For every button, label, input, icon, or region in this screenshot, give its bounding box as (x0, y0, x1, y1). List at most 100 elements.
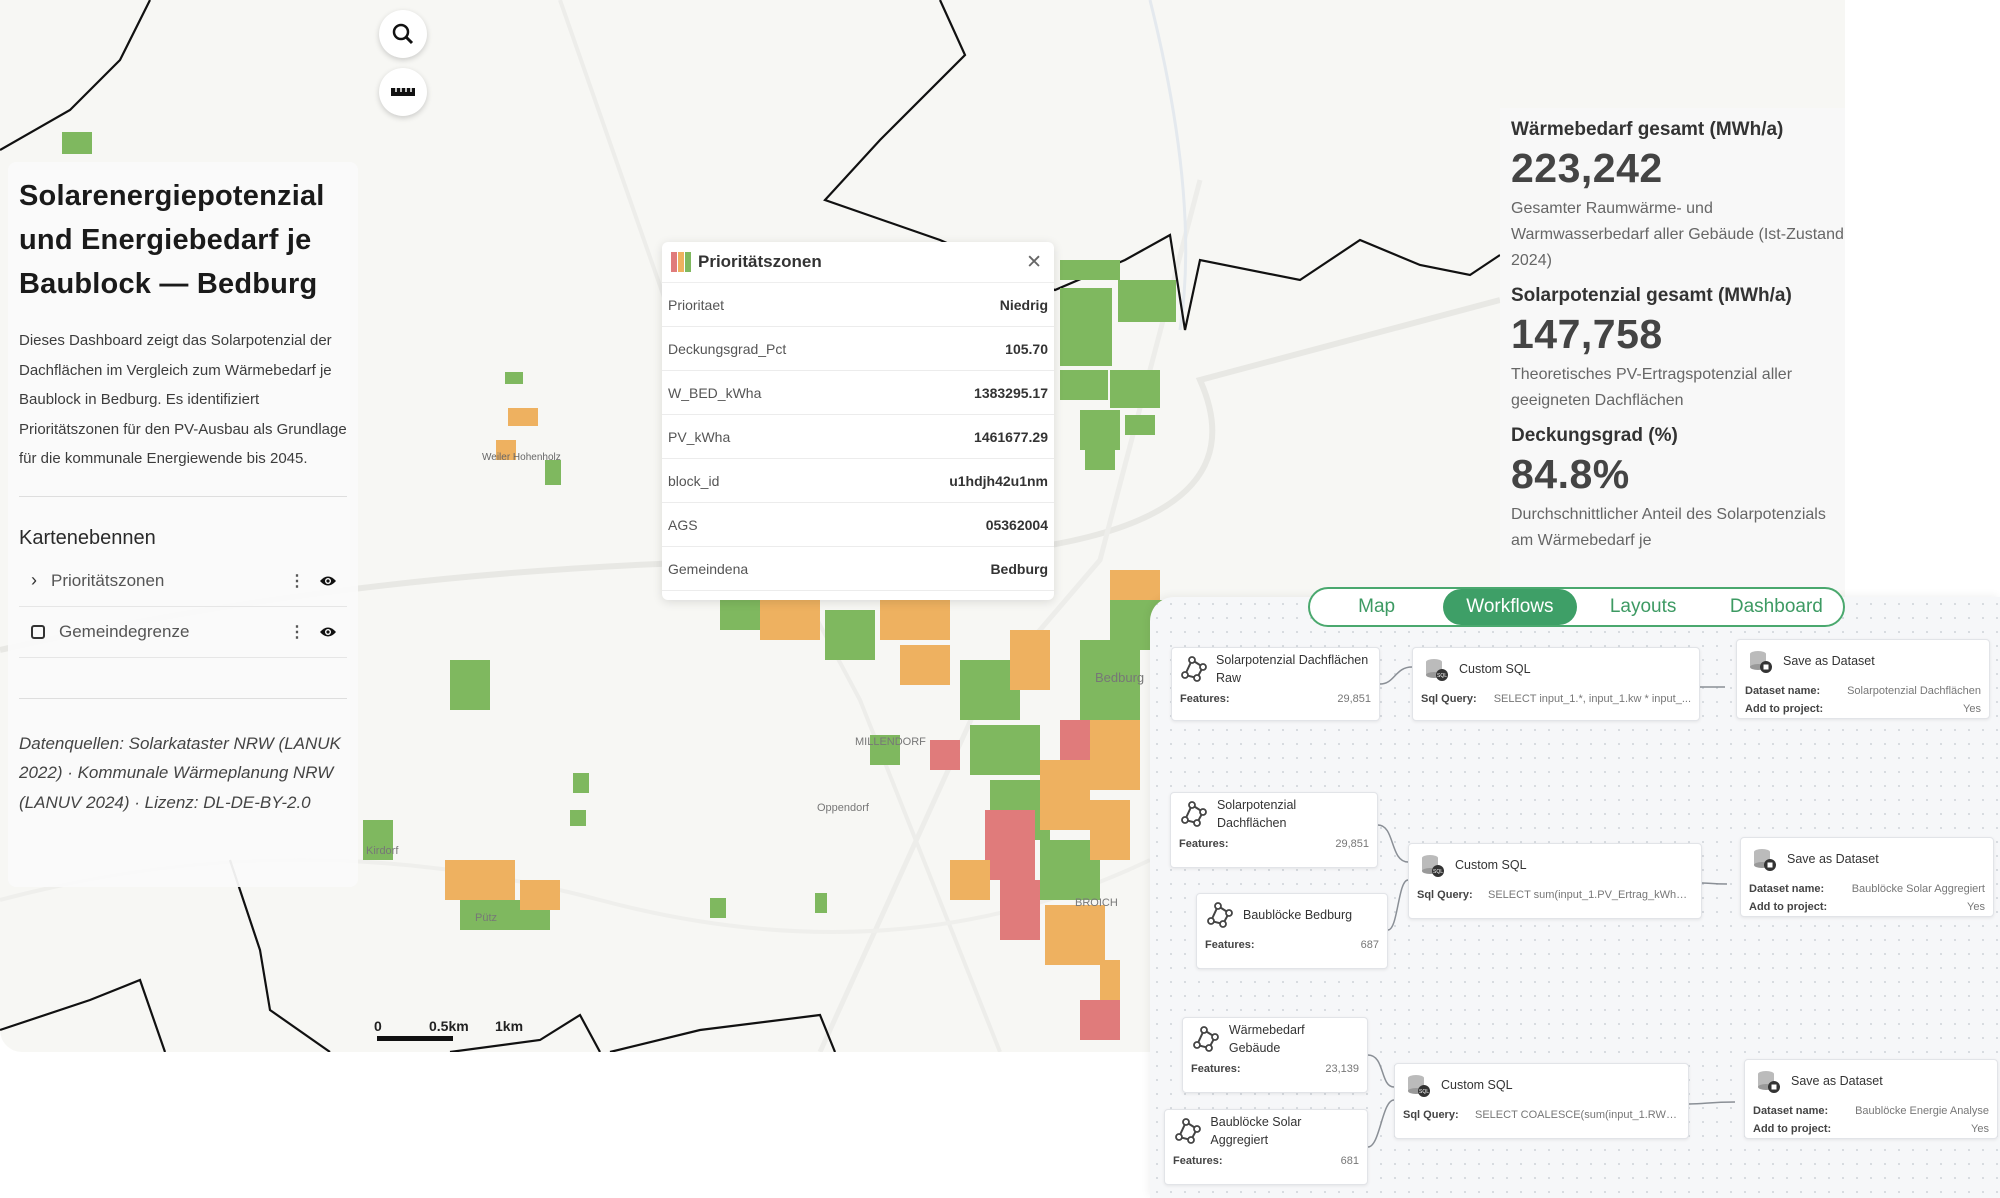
node-field-value: SELECT input_1.*, input_1.kw * input_... (1493, 693, 1691, 705)
node-field-value: Yes (1967, 901, 1985, 913)
popup-row: Prioritaet Niedrig (662, 283, 1054, 327)
node-title: Solarpotenzial Dachflächen (1216, 798, 1297, 830)
node-field-value: SELECT sum(input_1.PV_Ertrag_kWha)... (1488, 889, 1693, 901)
search-button[interactable] (379, 10, 427, 58)
svg-text:SQL: SQL (1433, 869, 1443, 875)
popup-row: W_BED_kWha 1383295.17 (662, 371, 1054, 415)
scale-bar: 0 0.5km 1km (374, 1018, 523, 1034)
sql-node-icon: SQL (1422, 855, 1444, 877)
node-title: Wärmebedarf Gebäude (1228, 1023, 1305, 1055)
node-field-key: Sql Query: (1403, 1109, 1459, 1121)
node-icon: SQL (1403, 1070, 1433, 1100)
node-field-key: Add to project: (1753, 1123, 1832, 1135)
sql-node-icon: SQL (1426, 659, 1448, 681)
dataset-node-icon (1181, 801, 1207, 827)
node-field-key: Dataset name: (1749, 883, 1825, 895)
workflow-node[interactable]: Solarpotenzial Dachflächen Features: 29,85… (1170, 792, 1378, 868)
popup-row: block_id u1hdjh42u1nm (662, 459, 1054, 503)
node-title: Custom SQL (1459, 662, 1531, 676)
workflow-node[interactable]: Save as Dataset Dataset name: Baublöcke En… (1744, 1059, 1998, 1139)
attribute-key: Deckungsgrad_Pct (668, 340, 787, 357)
dataset-node-icon (1181, 656, 1207, 682)
node-field-value: SELECT COALESCE(sum(input_1.RW_WW)... (1475, 1109, 1680, 1121)
attribute-value: 1461677.29 (974, 428, 1048, 445)
workflow-node[interactable]: Save as Dataset Dataset name: Baublöcke So… (1740, 837, 1994, 917)
node-icon (1205, 900, 1235, 930)
layer-item-prioritaetszonen[interactable]: › Prioritätszonen ⋮ (19, 556, 347, 607)
stat-description: Durchschnittlicher Anteil des Solarpoten… (1511, 506, 1826, 549)
workflow-node[interactable]: SQL Custom SQL Sql Query: SELECT COALESCE(s… (1394, 1063, 1689, 1139)
tab-layouts[interactable]: Layouts (1577, 589, 1710, 625)
legend-swatch-icon (671, 252, 691, 272)
search-icon (392, 23, 414, 45)
scale-label-0: 0 (374, 1018, 382, 1034)
view-tabs: Map Workflows Layouts Dashboard (1308, 587, 1845, 627)
node-icon (1745, 646, 1775, 676)
divider (19, 697, 347, 699)
attribute-value: 1383295.17 (974, 384, 1048, 401)
eye-icon[interactable] (319, 574, 337, 588)
node-field-key: Add to project: (1745, 703, 1824, 715)
tab-dashboard[interactable]: Dashboard (1710, 589, 1843, 625)
layer-label: Gemeindegrenze (59, 621, 190, 641)
workflow-node[interactable]: Baublöcke Bedburg Features: 687 (1196, 893, 1388, 969)
scale-label-half: 0.5km (429, 1018, 469, 1034)
node-field-value: 29,851 (1337, 693, 1371, 705)
stats-panel: Wärmebedarf gesamt (MWh/a) 223,242 Gesamte… (1500, 108, 1845, 590)
data-sources: Datenquellen: Solarkataster NRW (LANUK 2… (19, 733, 341, 812)
svg-text:Bedburg: Bedburg (1095, 670, 1144, 685)
stat-title: Deckungsgrad (%) (1511, 425, 1678, 446)
node-title: Baublöcke Bedburg (1243, 908, 1353, 922)
node-title: Save as Dataset (1783, 654, 1875, 668)
stat-value: 84.8% (1511, 451, 1630, 497)
layer-item-gemeindegrenze[interactable]: Gemeindegrenze ⋮ (19, 607, 347, 658)
tab-map[interactable]: Map (1310, 589, 1443, 625)
stat-title: Solarpotenzial gesamt (MWh/a) (1511, 285, 1792, 306)
node-field-key: Dataset name: (1753, 1105, 1829, 1117)
node-icon (1749, 844, 1779, 874)
node-field-key: Features: (1205, 939, 1255, 951)
workflow-node[interactable]: SQL Custom SQL Sql Query: SELECT input_1.*,… (1412, 647, 1700, 721)
attribute-key: AGS (668, 516, 698, 533)
more-menu-icon[interactable]: ⋮ (289, 571, 305, 591)
attribute-value: 05362004 (985, 516, 1048, 533)
attribute-value: Bedburg (990, 560, 1048, 577)
eye-icon[interactable] (319, 625, 337, 639)
stat-description: Theoretisches PV-Ertragspotenzial aller … (1511, 366, 1793, 409)
workflow-node[interactable]: SQL Custom SQL Sql Query: SELECT sum(input_… (1408, 843, 1702, 919)
attribute-value: Niedrig (999, 296, 1048, 313)
node-field-value: 687 (1360, 939, 1379, 951)
layer-checkbox[interactable] (31, 624, 45, 639)
dashboard-description: Dieses Dashboard zeigt das Solarpotenzia… (19, 332, 347, 467)
attribute-key: Prioritaet (668, 296, 725, 313)
tab-workflows[interactable]: Workflows (1443, 589, 1577, 625)
page-title: Solarenergiepotenzial und Energiebedarf … (19, 180, 325, 300)
save-dataset-icon (1750, 651, 1772, 673)
close-icon[interactable]: ✕ (1026, 251, 1042, 274)
workflow-node[interactable]: Baublöcke Solar Aggregiert Features: 681 (1164, 1109, 1368, 1185)
stat-title: Wärmebedarf gesamt (MWh/a) (1511, 119, 1784, 140)
node-title: Solarpotenzial Dachflächen Raw (1216, 653, 1369, 685)
measure-button[interactable] (379, 68, 427, 116)
attribute-value: u1hdjh42u1nm (949, 472, 1048, 489)
node-icon (1180, 654, 1208, 684)
more-menu-icon[interactable]: ⋮ (289, 622, 305, 642)
node-field-key: Sql Query: (1421, 693, 1477, 705)
node-title: Custom SQL (1441, 1078, 1513, 1092)
workflow-node[interactable]: Solarpotenzial Dachflächen Raw Features: 2… (1171, 647, 1380, 721)
workflow-node[interactable]: Wärmebedarf Gebäude Features: 23,139 (1182, 1017, 1368, 1093)
ruler-icon (391, 88, 415, 96)
node-field-value: Baublöcke Solar Aggregiert (1851, 883, 1985, 895)
node-field-key: Features: (1191, 1063, 1241, 1075)
stat-value: 147,758 (1511, 311, 1663, 357)
workflow-canvas[interactable]: Solarpotenzial Dachflächen Raw Features: 2… (1150, 597, 2000, 1198)
node-title: Save as Dataset (1791, 1074, 1883, 1088)
popup-attributes: Prioritaet Niedrig Deckungsgrad_Pct 105.70 W… (662, 283, 1054, 591)
node-field-key: Features: (1179, 838, 1229, 850)
stat-card: Deckungsgrad (%) 84.8% Durchschnittlicher … (1500, 425, 1845, 554)
node-title: Custom SQL (1455, 858, 1527, 872)
node-field-value: Solarpotenzial Dachflächen (1847, 685, 1981, 697)
chevron-right-icon[interactable]: › (31, 570, 37, 591)
dataset-node-icon (1174, 1118, 1201, 1144)
workflow-node[interactable]: Save as Dataset Dataset name: Solarpotenzi… (1736, 639, 1990, 719)
